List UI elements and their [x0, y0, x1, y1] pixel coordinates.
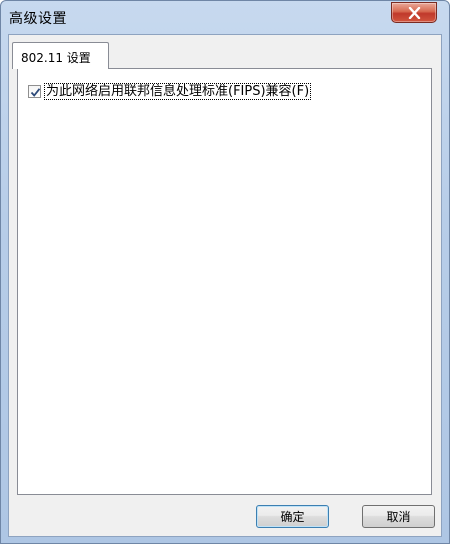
fips-checkbox-label[interactable]: 为此网络启用联邦信息处理标准(FIPS)兼容(F) [44, 82, 312, 100]
cancel-button[interactable]: 取消 [362, 505, 435, 528]
dialog-body: 802.11 设置 为此网络启用联邦信息处理标准(FIPS)兼容(F) 确定 取… [8, 34, 442, 537]
checkmark-icon [30, 87, 41, 97]
advanced-settings-dialog: 高级设置 802.11 设置 为此网络启用联邦信息处理标准(FIPS)兼容(F)… [0, 0, 450, 544]
tab-panel: 为此网络启用联邦信息处理标准(FIPS)兼容(F) [17, 68, 432, 495]
title-bar[interactable]: 高级设置 [1, 1, 449, 33]
close-button[interactable] [391, 2, 437, 23]
ok-button[interactable]: 确定 [256, 505, 329, 528]
fips-checkbox[interactable] [28, 84, 41, 98]
window-title: 高级设置 [9, 11, 67, 27]
fips-option[interactable]: 为此网络启用联邦信息处理标准(FIPS)兼容(F) [28, 82, 312, 100]
close-icon [408, 7, 421, 19]
tab-label: 802.11 设置 [21, 51, 91, 65]
tab-80211-settings[interactable]: 802.11 设置 [12, 42, 109, 69]
